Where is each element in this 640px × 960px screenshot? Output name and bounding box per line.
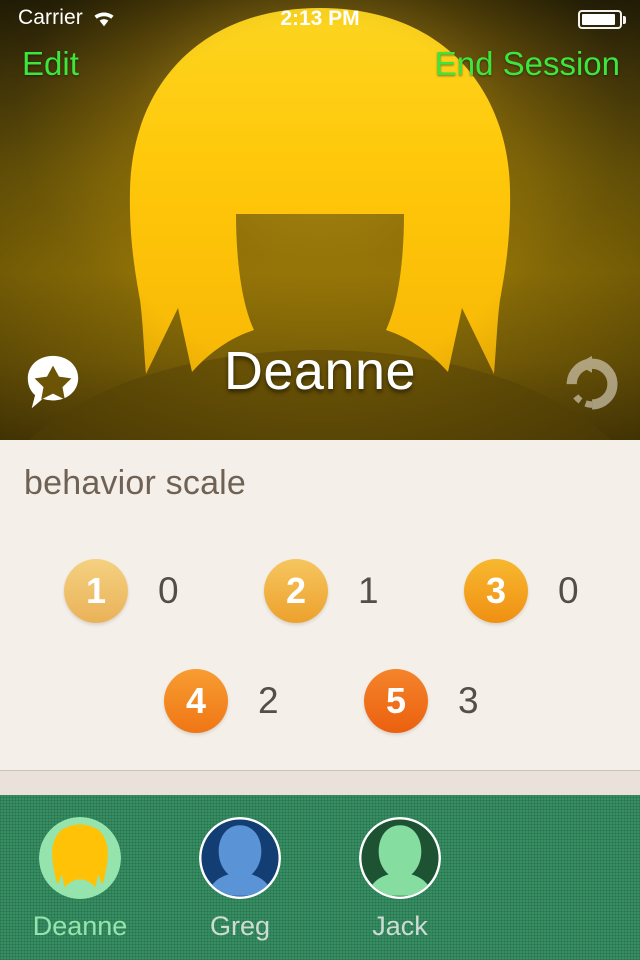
scale-count-3: 0 xyxy=(558,570,579,611)
tab-deanne[interactable]: Deanne xyxy=(0,817,160,942)
scale-item-4: 42 xyxy=(120,669,320,733)
scale-bubble-3[interactable]: 3 xyxy=(464,559,528,623)
avatar-deanne xyxy=(39,817,121,899)
scale-item-1: 10 xyxy=(20,559,220,623)
edit-button[interactable]: Edit xyxy=(22,38,79,90)
status-bar-time: 2:13 PM xyxy=(280,7,360,30)
avatar xyxy=(199,817,281,899)
app-root: Carrier 2:13 PM Edit End Session Deanne … xyxy=(0,0,640,960)
tab-jack[interactable]: Jack xyxy=(320,817,480,942)
scale-bubble-2[interactable]: 2 xyxy=(264,559,328,623)
avatar xyxy=(359,817,441,899)
avatar xyxy=(39,817,121,899)
battery-icon xyxy=(578,10,622,29)
hero-bottom-bar: Deanne xyxy=(0,330,640,440)
avatar-greg xyxy=(199,817,281,899)
tab-label-deanne: Deanne xyxy=(32,911,128,941)
tab-label-jack: Jack xyxy=(372,911,428,941)
scale-bubble-1[interactable]: 1 xyxy=(64,559,128,623)
scale-item-3: 30 xyxy=(420,559,620,623)
person-tab-bar: Deanne Greg Jack xyxy=(0,795,640,960)
scale-rows: 102130 4253 xyxy=(0,536,640,756)
profile-hero: Carrier 2:13 PM Edit End Session Deanne xyxy=(0,0,640,440)
scale-count-1: 0 xyxy=(158,570,179,611)
tab-label-greg: Greg xyxy=(209,911,271,941)
status-bar: Carrier 2:13 PM xyxy=(0,0,640,38)
scale-row: 4253 xyxy=(0,646,640,756)
scale-row: 102130 xyxy=(0,536,640,646)
behavior-scale-panel: behavior scale 102130 4253 xyxy=(0,440,640,770)
scale-item-2: 21 xyxy=(220,559,420,623)
avatar-jack xyxy=(359,817,441,899)
scale-bubble-5[interactable]: 5 xyxy=(364,669,428,733)
scale-item-5: 53 xyxy=(320,669,520,733)
scale-bubble-4[interactable]: 4 xyxy=(164,669,228,733)
profile-name: Deanne xyxy=(223,341,417,401)
panel-title: behavior scale xyxy=(24,464,247,502)
scale-count-2: 1 xyxy=(358,570,379,611)
panel-footer-band xyxy=(0,771,640,795)
battery-nub-icon xyxy=(623,15,626,24)
scale-count-4: 2 xyxy=(258,680,279,721)
scale-count-5: 3 xyxy=(458,680,479,721)
tab-greg[interactable]: Greg xyxy=(160,817,320,942)
end-session-button[interactable]: End Session xyxy=(435,38,620,90)
status-bar-right xyxy=(578,10,626,29)
navigation-bar: Edit End Session xyxy=(0,38,640,90)
